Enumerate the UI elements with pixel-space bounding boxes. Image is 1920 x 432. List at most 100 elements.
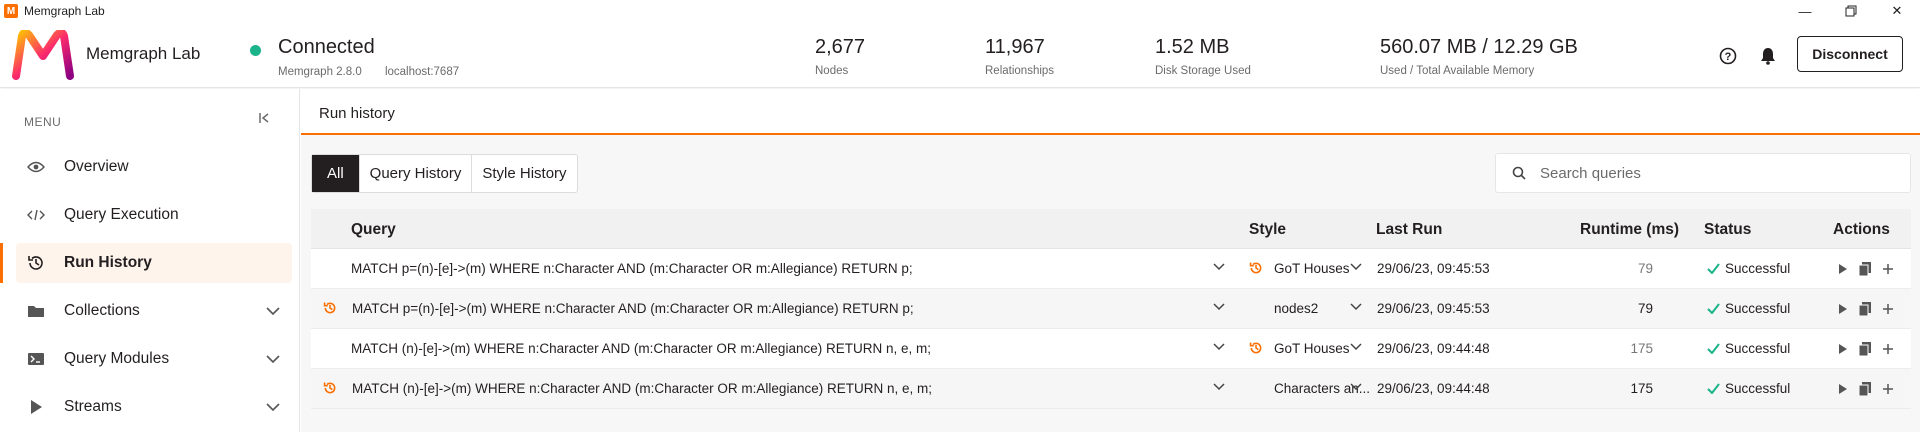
app-header: Memgraph Lab Connected Memgraph 2.8.0 lo… [0, 22, 1920, 88]
status-text: Successful [1725, 381, 1791, 396]
connection-host: localhost:7687 [384, 66, 460, 78]
table-header: Query Style Last Run Runtime (ms) Status… [311, 209, 1911, 249]
run-icon[interactable] [1839, 304, 1847, 314]
close-icon[interactable]: ✕ [1874, 0, 1920, 22]
restore-icon[interactable] [1828, 0, 1874, 22]
chevron-down-icon[interactable] [1213, 263, 1225, 271]
column-actions: Actions [1833, 221, 1890, 238]
style-name: GoT Houses [1274, 341, 1350, 356]
connection-status-dot [250, 45, 261, 56]
sidebar-item-overview[interactable]: Overview [16, 147, 292, 187]
menu-label: MENU [24, 115, 62, 129]
table-row[interactable]: MATCH p=(n)-[e]->(m) WHERE n:Character A… [311, 249, 1911, 289]
stat-value: 2,677 [815, 36, 866, 58]
last-run: 29/06/23, 09:44:48 [1377, 381, 1490, 396]
sidebar-item-label: Streams [64, 398, 122, 415]
chevron-down-icon[interactable] [1213, 343, 1225, 351]
last-run: 29/06/23, 09:45:53 [1377, 261, 1490, 276]
runtime: 79 [1637, 261, 1653, 276]
status-text: Successful [1725, 341, 1791, 356]
sidebar-item-streams[interactable]: Streams [16, 387, 292, 427]
window-title: Memgraph Lab [24, 4, 105, 18]
tab-query-history[interactable]: Query History [360, 155, 473, 192]
runtime: 175 [1630, 381, 1653, 396]
history-icon [26, 254, 46, 272]
sidebar-item-collections[interactable]: Collections [16, 291, 292, 331]
add-icon[interactable] [1883, 384, 1893, 394]
check-icon [1707, 263, 1720, 274]
table-row[interactable]: MATCH (n)-[e]->(m) WHERE n:Character AND… [311, 369, 1911, 409]
status-badge: Successful [1707, 301, 1790, 316]
help-icon[interactable]: ? [1718, 46, 1738, 66]
minimize-icon[interactable]: — [1782, 0, 1828, 22]
tab-all[interactable]: All [312, 155, 360, 192]
runtime: 79 [1637, 301, 1653, 316]
run-history-table: Query Style Last Run Runtime (ms) Status… [311, 209, 1911, 409]
sidebar-item-query-modules[interactable]: Query Modules [16, 339, 292, 379]
table-row[interactable]: MATCH p=(n)-[e]->(m) WHERE n:Character A… [311, 289, 1911, 329]
column-last-run[interactable]: Last Run [1376, 221, 1442, 239]
status-text: Successful [1725, 261, 1791, 276]
history-icon [1249, 341, 1263, 355]
sidebar-item-run-history[interactable]: Run History [16, 243, 292, 283]
search-input[interactable] [1540, 164, 1880, 182]
memgraph-logo [12, 30, 74, 80]
sidebar-item-label: Collections [64, 302, 140, 319]
row-actions [1839, 302, 1893, 316]
stat-label: Disk Storage Used [1155, 65, 1251, 77]
search-box [1495, 153, 1911, 193]
disconnect-button[interactable]: Disconnect [1797, 36, 1903, 72]
check-icon [1707, 343, 1720, 354]
row-actions [1839, 262, 1893, 276]
style-name: nodes2 [1274, 301, 1319, 316]
chevron-down-icon[interactable] [266, 303, 280, 321]
column-runtime[interactable]: Runtime (ms) [1580, 221, 1679, 239]
chevron-down-icon[interactable] [1350, 263, 1362, 271]
connection-status: Connected [278, 36, 375, 58]
copy-icon[interactable] [1859, 342, 1871, 356]
history-icon [323, 381, 337, 395]
page-title: Run history [319, 105, 395, 122]
chevron-down-icon[interactable] [1350, 343, 1362, 351]
add-icon[interactable] [1883, 304, 1893, 314]
row-actions [1839, 342, 1893, 356]
table-row[interactable]: MATCH (n)-[e]->(m) WHERE n:Character AND… [311, 329, 1911, 369]
copy-icon[interactable] [1859, 382, 1871, 396]
column-status[interactable]: Status [1704, 221, 1751, 239]
status-text: Successful [1725, 301, 1791, 316]
add-icon[interactable] [1883, 344, 1893, 354]
status-badge: Successful [1707, 381, 1790, 396]
run-icon[interactable] [1839, 344, 1847, 354]
chevron-down-icon[interactable] [266, 351, 280, 369]
style-name: GoT Houses [1274, 261, 1350, 276]
memgraph-version: Memgraph 2.8.0 [278, 66, 362, 78]
sidebar: MENU Overview Query Execution Run Histor… [0, 89, 300, 432]
query-text: MATCH (n)-[e]->(m) WHERE n:Character AND… [352, 381, 932, 396]
stat-nodes: 2,677 Nodes [815, 36, 865, 77]
stat-value: 560.07 MB / 12.29 GB [1380, 36, 1578, 58]
copy-icon[interactable] [1859, 262, 1871, 276]
chevron-down-icon[interactable] [1213, 383, 1225, 391]
stat-value: 1.52 MB [1155, 36, 1230, 58]
bell-icon[interactable] [1758, 46, 1778, 66]
history-icon [323, 301, 337, 315]
column-query[interactable]: Query [351, 221, 396, 239]
collapse-sidebar-icon[interactable] [258, 111, 270, 127]
tab-style-history[interactable]: Style History [472, 155, 576, 192]
status-badge: Successful [1707, 261, 1790, 276]
play-icon [26, 399, 46, 415]
run-icon[interactable] [1839, 264, 1847, 274]
chevron-down-icon[interactable] [1350, 303, 1362, 311]
folder-icon [26, 304, 46, 318]
stat-value: 11,967 [985, 36, 1045, 58]
sidebar-item-query-execution[interactable]: Query Execution [16, 195, 292, 235]
copy-icon[interactable] [1859, 302, 1871, 316]
chevron-down-icon[interactable] [1350, 383, 1362, 391]
add-icon[interactable] [1883, 264, 1893, 274]
run-icon[interactable] [1839, 384, 1847, 394]
connection-details: Memgraph 2.8.0 localhost:7687 [278, 66, 479, 78]
chevron-down-icon[interactable] [1213, 303, 1225, 311]
column-style[interactable]: Style [1249, 221, 1286, 239]
stat-label: Nodes [815, 65, 849, 77]
chevron-down-icon[interactable] [266, 399, 280, 417]
